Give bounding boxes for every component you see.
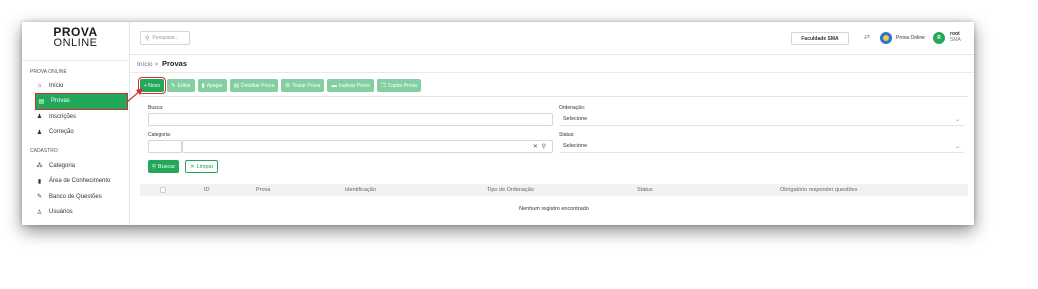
- status-select[interactable]: Selecione ⌄: [559, 140, 965, 153]
- sidebar-item-label: Início: [49, 82, 64, 89]
- copy-button-label: Copiar Prova: [387, 82, 417, 89]
- sidebar-item-usuarios[interactable]: ♙ Usuários: [22, 205, 129, 221]
- sidebar-item-inscricoes[interactable]: ♟ Inscrições: [22, 109, 129, 125]
- sidebar-item-provas[interactable]: ▤ Provas: [35, 92, 128, 110]
- trash-icon: ▮: [201, 82, 205, 89]
- edit-button-label: Editar: [177, 82, 191, 89]
- buscar-button[interactable]: ⚲ Buscar: [148, 160, 180, 173]
- inactivate-button[interactable]: ▬ Inativar Prova: [327, 79, 374, 92]
- sitemap-icon: ⁂: [36, 163, 43, 170]
- status-selected: Selecione: [563, 143, 588, 149]
- search-icon[interactable]: ⚲: [542, 144, 547, 150]
- ordenacao-selected: Selecione: [563, 116, 588, 122]
- home-icon: ⌂: [37, 82, 42, 89]
- sidebar-item-label: Área de Conhecimento: [49, 178, 111, 185]
- buscar-button-label: Buscar: [158, 163, 176, 170]
- divider: [140, 96, 968, 97]
- user-menu[interactable]: root SMA: [950, 31, 961, 43]
- sidebar-item-label: Usuários: [49, 209, 73, 216]
- detail-button[interactable]: ▤ Detalhar Prova: [229, 79, 279, 92]
- categoria-label: Categoria:: [148, 132, 172, 138]
- test-button-label: Testar Prova: [292, 82, 321, 89]
- detail-button-label: Detalhar Prova: [241, 82, 275, 89]
- divider: [130, 72, 974, 73]
- select-all-checkbox[interactable]: [160, 187, 166, 193]
- sidebar-item-label: Provas: [51, 98, 70, 105]
- table-header: ID Prova Identificação Tipo de Ordenação…: [140, 184, 968, 196]
- column-identificacao[interactable]: Identificação: [345, 187, 376, 193]
- column-status[interactable]: Status: [637, 187, 653, 193]
- pencil-icon: ✎: [36, 194, 43, 201]
- search-icon: ⚲: [152, 163, 157, 170]
- inactivate-button-label: Inativar Prova: [338, 82, 370, 89]
- search-icon: ⚲: [145, 35, 150, 42]
- sidebar-item-correcao[interactable]: ♟ Correção: [22, 125, 129, 141]
- folder-icon: ▬: [331, 82, 337, 89]
- busca-label: Busca:: [148, 105, 164, 111]
- sidebar-item-banco-questoes[interactable]: ✎ Banco de Questões: [22, 189, 129, 205]
- sidebar-item-area-conhecimento[interactable]: ▮ Área de Conhecimento: [22, 174, 129, 190]
- sidebar-item-label: Categoria: [49, 162, 76, 169]
- breadcrumb-home[interactable]: Início: [137, 61, 153, 68]
- new-button[interactable]: + Novo: [138, 77, 166, 94]
- status-label: Status:: [559, 132, 575, 138]
- test-button[interactable]: ⚙ Testar Prova: [281, 79, 325, 92]
- chevron-down-icon: ⌄: [954, 143, 960, 150]
- empty-message: Nenhum registro encontrado: [519, 206, 589, 212]
- book-icon: ▮: [37, 178, 42, 185]
- prova-online-logo-icon: [880, 32, 892, 44]
- copy-icon: ❐: [380, 82, 386, 89]
- user-icon: ♙: [36, 209, 43, 216]
- sidebar: PROVA ONLINE PROVA ONLINE ⌂ Início ▤ Pro…: [22, 22, 130, 225]
- chevron-down-icon: ⌄: [954, 116, 960, 123]
- column-obrigatorio[interactable]: Obrigatório responder questões: [780, 187, 857, 193]
- categoria-actions: ✕ ⚲: [533, 143, 547, 150]
- delete-button-label: Apagar: [206, 82, 223, 89]
- column-tipo-ordenacao[interactable]: Tipo de Ordenação: [487, 187, 534, 193]
- gear-icon: ⚙: [285, 82, 291, 89]
- user-check-icon: ♟: [36, 129, 43, 136]
- categoria-input[interactable]: ✕ ⚲: [182, 140, 553, 153]
- edit-button[interactable]: ✎ Editar: [166, 79, 195, 92]
- search-input[interactable]: ⚲ Pesquisar...: [140, 31, 190, 45]
- avatar[interactable]: R: [933, 32, 945, 44]
- pencil-icon: ✎: [170, 82, 176, 89]
- copy-button[interactable]: ❐ Copiar Prova: [376, 79, 421, 92]
- column-id[interactable]: ID: [204, 187, 210, 193]
- ordenacao-label: Ordenação:: [559, 105, 586, 111]
- sidebar-section-cadastro: CADASTRO: [30, 148, 58, 154]
- sidebar-item-label: Inscrições: [49, 113, 77, 120]
- close-icon: ✕: [190, 163, 195, 170]
- app-name: Prova Online: [896, 35, 925, 41]
- sidebar-section-prova-online: PROVA ONLINE: [22, 60, 129, 78]
- breadcrumb: Início > Provas: [137, 59, 187, 68]
- top-bar: ⚲ Pesquisar... Faculdade SMA ⇄ Prova Onl…: [130, 22, 974, 55]
- list-icon: ▤: [233, 82, 240, 89]
- app-logo[interactable]: PROVA ONLINE: [22, 22, 129, 55]
- delete-button[interactable]: ▮ Apagar: [197, 79, 227, 92]
- sidebar-item-categoria[interactable]: ⁂ Categoria: [22, 158, 129, 174]
- column-prova[interactable]: Prova: [256, 187, 270, 193]
- sidebar-item-inicio[interactable]: ⌂ Início: [22, 78, 129, 94]
- toolbar: + Novo ✎ Editar ▮ Apagar ▤ Detalhar Prov…: [138, 77, 421, 94]
- user-org: SMA: [950, 37, 961, 43]
- limpar-button[interactable]: ✕ Limpar: [185, 160, 219, 173]
- sidebar-item-label: Correção: [49, 129, 74, 136]
- page-title: Provas: [161, 59, 187, 68]
- search-placeholder: Pesquisar...: [152, 35, 179, 41]
- categoria-id-input[interactable]: [148, 140, 182, 153]
- faculty-selector[interactable]: Faculdade SMA: [791, 32, 849, 45]
- sidebar-item-label: Banco de Questões: [49, 193, 102, 200]
- clear-icon[interactable]: ✕: [533, 144, 539, 150]
- swap-icon[interactable]: ⇄: [864, 33, 870, 41]
- limpar-button-label: Limpar: [196, 163, 214, 170]
- busca-input[interactable]: [148, 113, 553, 126]
- logo-line2: ONLINE: [53, 37, 98, 49]
- breadcrumb-separator: >: [154, 61, 159, 68]
- users-icon: ♟: [36, 114, 43, 121]
- document-icon: ▤: [38, 98, 45, 105]
- app-window: PROVA ONLINE PROVA ONLINE ⌂ Início ▤ Pro…: [22, 22, 974, 225]
- ordenacao-select[interactable]: Selecione ⌄: [559, 113, 965, 126]
